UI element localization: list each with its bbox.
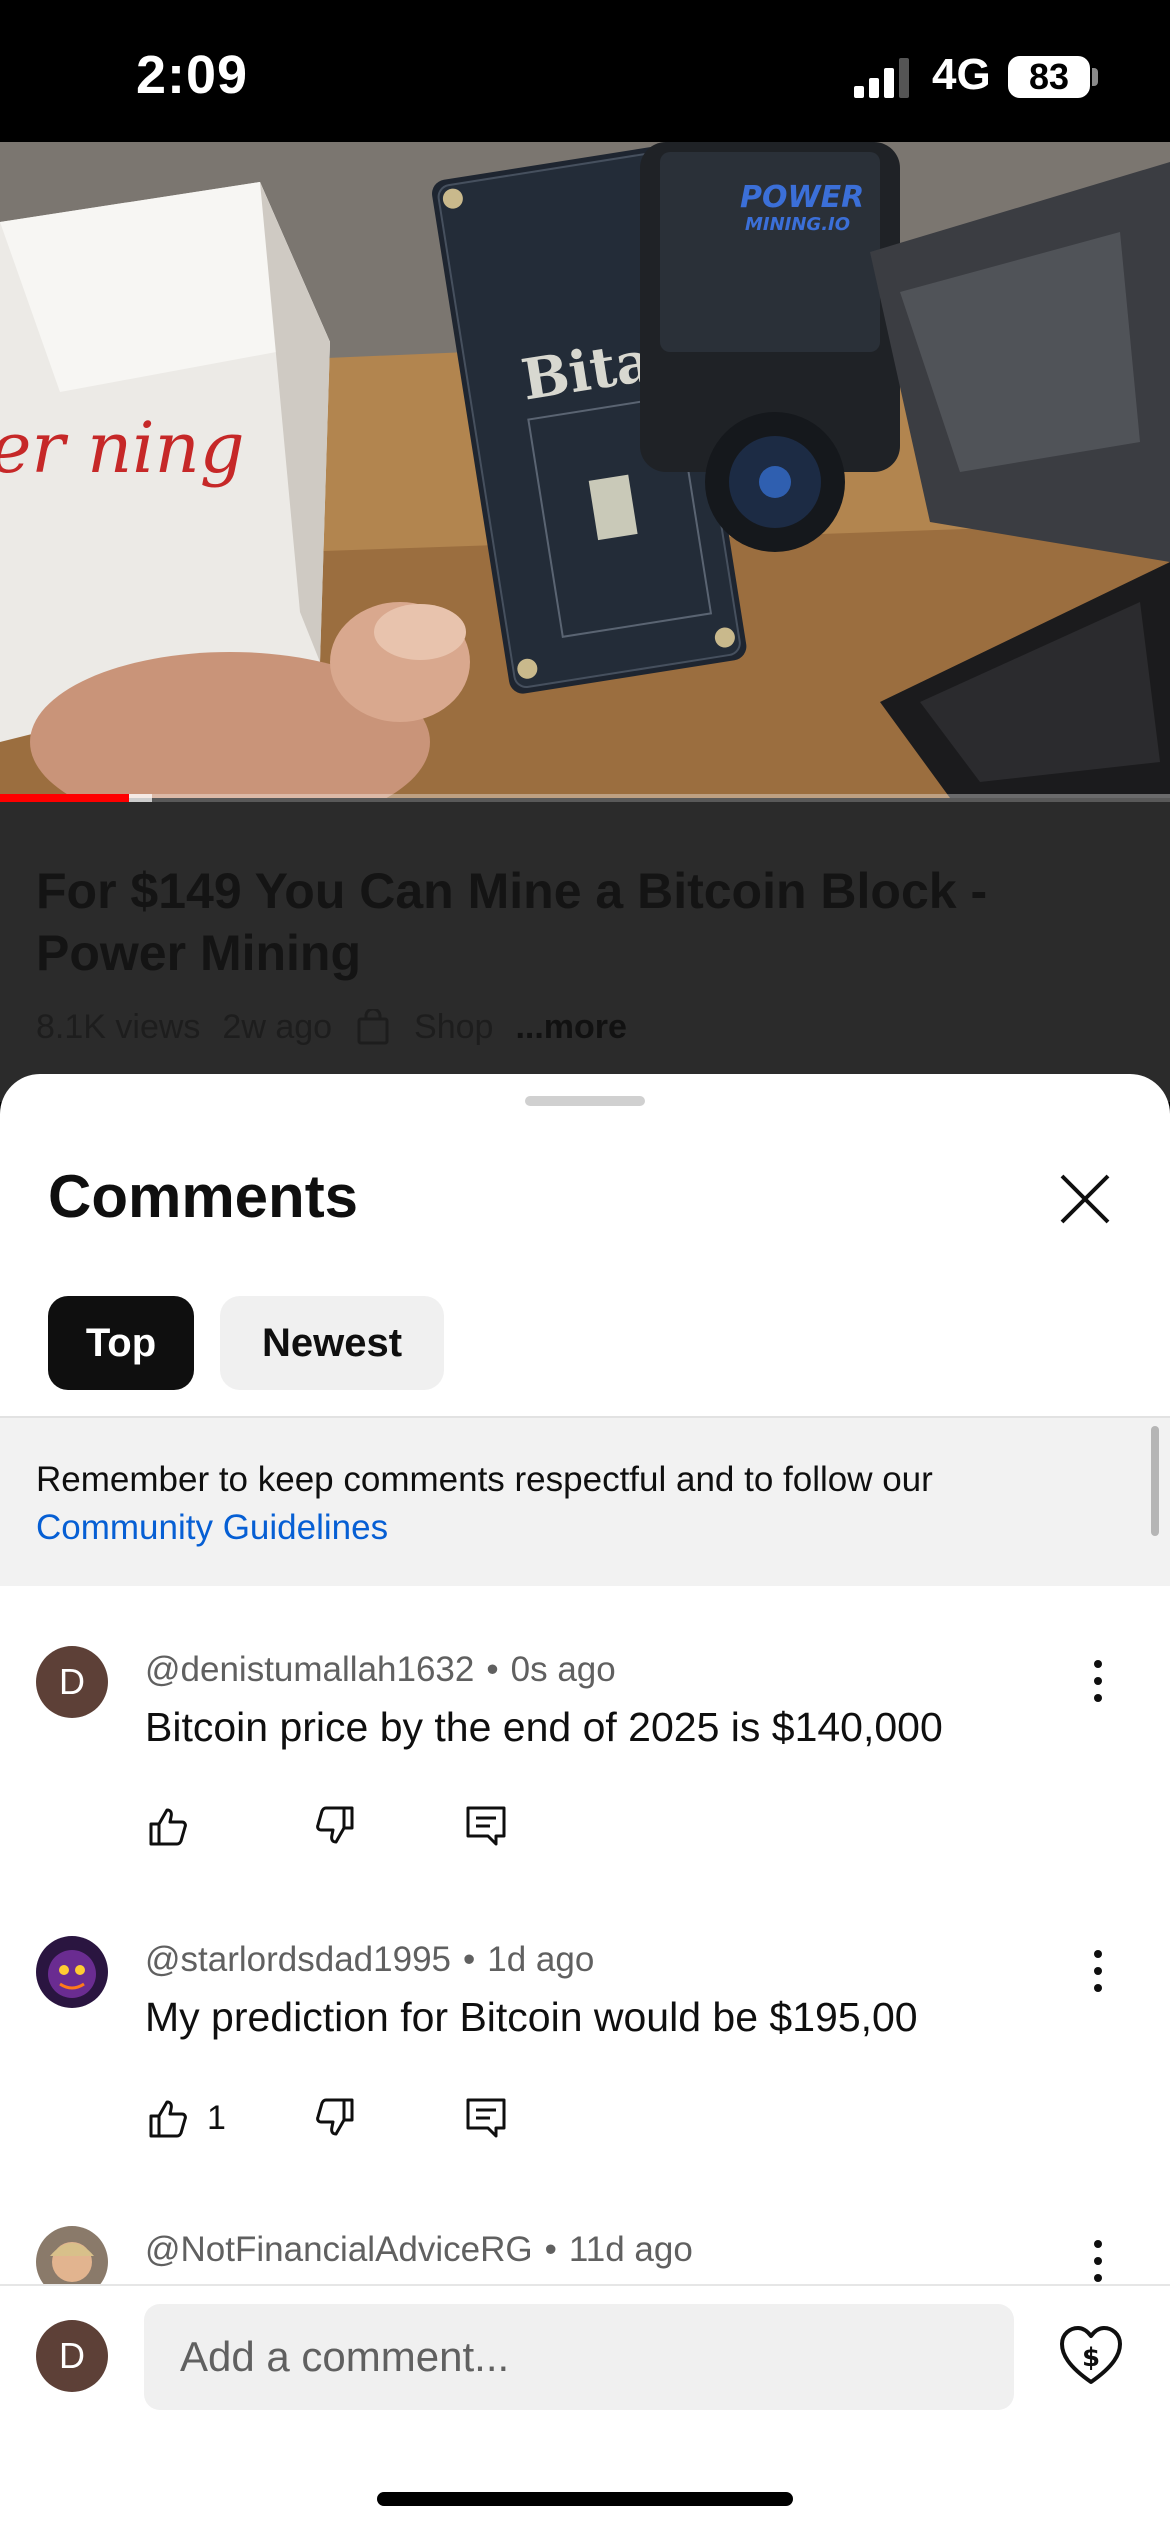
comment-age: 0s ago: [510, 1650, 616, 1689]
my-avatar-letter: D: [59, 2335, 85, 2376]
comment-header: @NotFinancialAdviceRG • 11d ago: [145, 2230, 693, 2270]
video-meta[interactable]: 8.1K views 2w ago Shop ...more: [36, 1008, 627, 1047]
more-vert-icon[interactable]: [1086, 1946, 1110, 1996]
device-brand-line2: MINING.IO: [745, 214, 850, 235]
video-title[interactable]: For $149 You Can Mine a Bitcoin Block - …: [36, 860, 1136, 984]
dislike-button[interactable]: [310, 1802, 358, 1850]
video-player[interactable]: er ning Bitaxe POWER MINING.IO: [0, 142, 1170, 798]
reply-button[interactable]: [462, 2094, 510, 2142]
comment-text: My prediction for Bitcoin would be $195,…: [145, 1994, 918, 2040]
network-type: 4G: [932, 50, 991, 99]
progress-buffered: [128, 794, 153, 802]
comment-header: @starlordsdad1995 • 1d ago: [145, 1940, 594, 1980]
more-link[interactable]: ...more: [515, 1008, 626, 1047]
comment-text: Bitcoin price by the end of 2025 is $140…: [145, 1704, 943, 1750]
like-icon: [149, 2100, 187, 2138]
shop-link[interactable]: Shop: [414, 1008, 493, 1047]
tab-top[interactable]: Top: [48, 1296, 194, 1390]
reply-button[interactable]: [462, 1802, 510, 1850]
battery-tip: [1092, 68, 1098, 86]
reply-icon: [466, 2098, 506, 2138]
comment-header: @denistumallah1632 • 0s ago: [145, 1650, 616, 1690]
dislike-icon: [316, 1806, 354, 1844]
comment-age: 1d ago: [487, 1940, 595, 1979]
more-vert-icon[interactable]: [1086, 2236, 1110, 2286]
header-separator: •: [544, 2230, 557, 2269]
more-vert-icon[interactable]: [1086, 1656, 1110, 1706]
tab-newest[interactable]: Newest: [220, 1296, 444, 1390]
add-comment-input[interactable]: Add a comment...: [144, 2304, 1014, 2410]
progress-played: [0, 794, 129, 802]
status-bar: 2:09 4G 83: [0, 0, 1170, 142]
box-scribble: er ning: [0, 407, 245, 489]
community-guidelines-link[interactable]: Community Guidelines: [36, 1508, 388, 1547]
guidelines-text: Remember to keep comments respectful and…: [36, 1460, 933, 1499]
like-icon: [149, 1808, 187, 1846]
dislike-button[interactable]: [310, 2094, 358, 2142]
scrollbar[interactable]: [1151, 1426, 1159, 1536]
reply-icon: [466, 1806, 506, 1846]
dislike-icon: [316, 2098, 354, 2136]
like-button[interactable]: [145, 1802, 207, 1850]
upload-age: 2w ago: [222, 1008, 333, 1046]
battery-level: 83: [1008, 56, 1090, 98]
svg-text:$: $: [1082, 2343, 1100, 2373]
comment-author[interactable]: @denistumallah1632: [145, 1650, 474, 1689]
avatar[interactable]: [36, 1936, 108, 2008]
view-count: 8.1K views: [36, 1008, 201, 1046]
status-time: 2:09: [136, 45, 249, 105]
header-separator: •: [463, 1940, 476, 1979]
video-progress-bar[interactable]: [0, 794, 1170, 802]
avatar-image: [36, 1936, 108, 2008]
like-button[interactable]: 1: [145, 2094, 226, 2142]
home-indicator: [377, 2492, 793, 2506]
header-separator: •: [486, 1650, 499, 1689]
comment-age: 11d ago: [568, 2230, 693, 2269]
device-brand-line1: POWER: [740, 180, 864, 215]
shopping-bag-icon: [357, 1008, 389, 1044]
close-icon[interactable]: [1056, 1170, 1114, 1228]
guidelines-notice: Remember to keep comments respectful and…: [36, 1456, 1116, 1552]
avatar[interactable]: D: [36, 1646, 108, 1718]
comments-title: Comments: [48, 1163, 359, 1230]
avatar-letter: D: [59, 1661, 85, 1702]
sheet-grabber[interactable]: [525, 1096, 645, 1106]
signal-icon: [854, 58, 909, 98]
comment-author[interactable]: @starlordsdad1995: [145, 1940, 451, 1979]
my-avatar: D: [36, 2320, 108, 2392]
comment-author[interactable]: @NotFinancialAdviceRG: [145, 2230, 533, 2269]
video-frame: er ning Bitaxe POWER MINING.IO: [0, 142, 1170, 798]
super-thanks-icon[interactable]: $: [1058, 2324, 1124, 2390]
like-count: 1: [207, 2098, 226, 2137]
